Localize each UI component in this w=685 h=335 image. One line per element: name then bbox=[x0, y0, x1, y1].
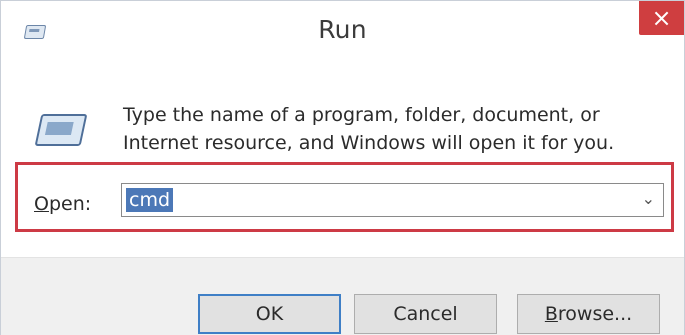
open-input[interactable]: cmd bbox=[126, 188, 174, 212]
browse-button[interactable]: Browse... bbox=[517, 294, 660, 334]
open-label-mnemonic: O bbox=[34, 193, 49, 215]
instructions-text: Type the name of a program, folder, docu… bbox=[123, 104, 615, 154]
open-label: Open: bbox=[34, 193, 91, 215]
window-title: Run bbox=[318, 15, 367, 44]
run-program-icon bbox=[34, 114, 88, 146]
cancel-button[interactable]: Cancel bbox=[354, 294, 497, 334]
browse-label-rest: rowse... bbox=[557, 303, 633, 325]
chevron-down-icon[interactable]: ⌄ bbox=[642, 189, 655, 208]
open-combobox[interactable]: cmd ⌄ bbox=[121, 183, 664, 217]
run-dialog: Run × Type the name of a program, folder… bbox=[0, 0, 685, 335]
open-label-rest: pen: bbox=[48, 193, 92, 215]
close-button[interactable]: × bbox=[639, 1, 684, 35]
browse-mnemonic: B bbox=[544, 303, 558, 325]
title-bar[interactable]: Run × bbox=[1, 1, 684, 71]
content-area: Type the name of a program, folder, docu… bbox=[1, 71, 684, 257]
ok-button[interactable]: OK bbox=[198, 294, 341, 334]
close-icon: × bbox=[651, 4, 672, 32]
